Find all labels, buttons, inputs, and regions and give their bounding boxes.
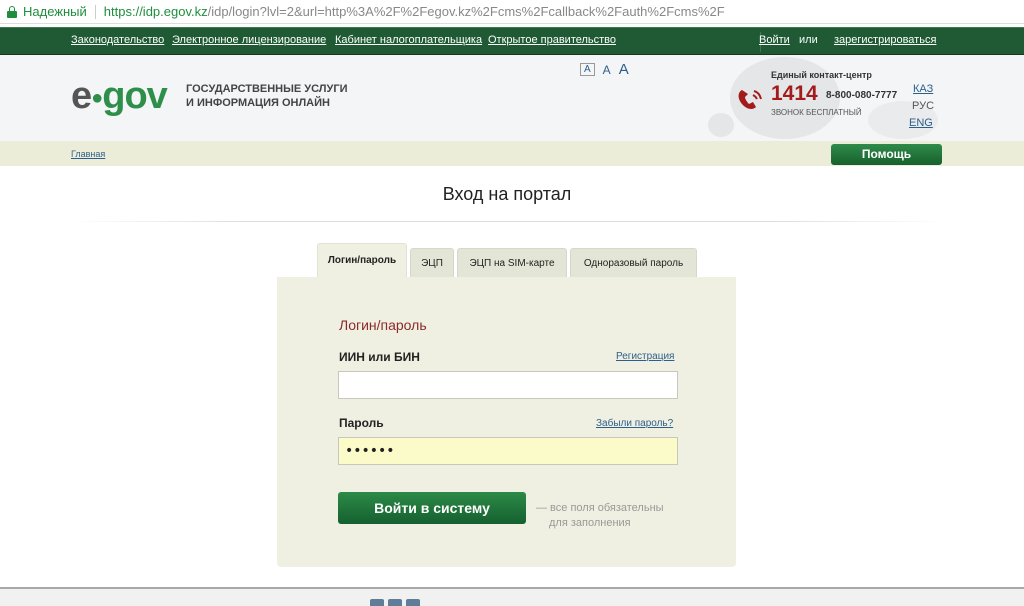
browser-address-bar[interactable]: Надежный https://idp.egov.kz/idp/login?l…	[0, 0, 1024, 24]
nav-link-legislation[interactable]: Законодательство	[71, 34, 164, 46]
tab-one-time-password[interactable]: Одноразовый пароль	[570, 248, 697, 277]
short-phone-number: 1414	[771, 82, 818, 105]
login-submit-button[interactable]: Войти в систему	[338, 492, 526, 524]
address-divider	[94, 4, 96, 19]
phone-icon	[738, 90, 762, 109]
font-size-switcher: A A A	[580, 61, 629, 78]
social-icon[interactable]	[370, 599, 384, 606]
top-navigation: Законодательство Электронное лицензирова…	[0, 27, 1024, 55]
lock-icon	[7, 5, 17, 18]
font-size-large-button[interactable]: A	[619, 61, 629, 78]
registration-link[interactable]: Регистрация	[616, 351, 674, 362]
page-footer	[0, 589, 1024, 606]
decor-circle	[708, 113, 734, 137]
breadcrumb-bar: Главная Помощь	[0, 141, 1024, 166]
form-title: Логин/пароль	[339, 317, 427, 333]
nav-link-licensing[interactable]: Электронное лицензирование	[172, 34, 326, 46]
title-divider	[70, 221, 946, 222]
egov-logo[interactable]: e●gov	[71, 77, 168, 117]
contact-center-title: Единый контакт-центр	[771, 70, 872, 80]
social-icon[interactable]	[406, 599, 420, 606]
nav-link-taxpayer-cabinet[interactable]: Кабинет налогоплательщика	[335, 34, 482, 46]
tagline-line-2: И ИНФОРМАЦИЯ ОНЛАЙН	[186, 97, 330, 109]
page-title: Вход на портал	[442, 184, 572, 204]
font-size-small-button[interactable]: A	[580, 63, 595, 76]
secure-label: Надежный	[23, 4, 87, 19]
iin-input[interactable]	[338, 371, 678, 399]
required-fields-note: — все поля обязательны для заполнения	[536, 501, 664, 531]
nav-link-open-government[interactable]: Открытое правительство	[488, 34, 616, 46]
password-label: Пароль	[339, 416, 384, 430]
required-note-line-1: — все поля обязательны	[536, 502, 664, 514]
tagline-line-1: ГОСУДАРСТВЕННЫЕ УСЛУГИ	[186, 83, 348, 95]
site-header: e●gov ГОСУДАРСТВЕННЫЕ УСЛУГИ И ИНФОРМАЦИ…	[0, 55, 1024, 141]
url-host[interactable]: https://idp.egov.kz	[104, 4, 208, 19]
or-text: или	[799, 34, 818, 46]
social-icon[interactable]	[388, 599, 402, 606]
social-icons	[370, 599, 430, 606]
lang-eng[interactable]: ENG	[909, 117, 933, 129]
forgot-password-link[interactable]: Забыли пароль?	[596, 418, 673, 429]
tab-login-password[interactable]: Логин/пароль	[317, 243, 407, 278]
tab-eds-sim[interactable]: ЭЦП на SIM-карте	[457, 248, 567, 277]
long-phone-number: 8-800-080-7777	[826, 90, 898, 101]
lang-rus: РУС	[912, 100, 935, 112]
tab-eds[interactable]: ЭЦП	[410, 248, 454, 277]
url-path[interactable]: /idp/login?lvl=2&url=http%3A%2F%2Fegov.k…	[208, 4, 725, 19]
call-free-note: ЗВОНОК БЕСПЛАТНЫЙ	[771, 108, 862, 117]
iin-label: ИИН или БИН	[339, 350, 420, 364]
breadcrumb-home[interactable]: Главная	[71, 149, 105, 159]
register-link-top[interactable]: зарегистрироваться	[834, 34, 936, 46]
site-tagline: ГОСУДАРСТВЕННЫЕ УСЛУГИ И ИНФОРМАЦИЯ ОНЛА…	[186, 82, 348, 110]
font-size-medium-button[interactable]: A	[603, 63, 611, 77]
password-input[interactable]: ••••••	[338, 437, 678, 465]
help-button[interactable]: Помощь	[831, 144, 942, 165]
lang-kaz[interactable]: КАЗ	[913, 83, 933, 95]
required-note-line-2: для заполнения	[549, 517, 631, 529]
login-link[interactable]: Войти	[759, 34, 790, 46]
